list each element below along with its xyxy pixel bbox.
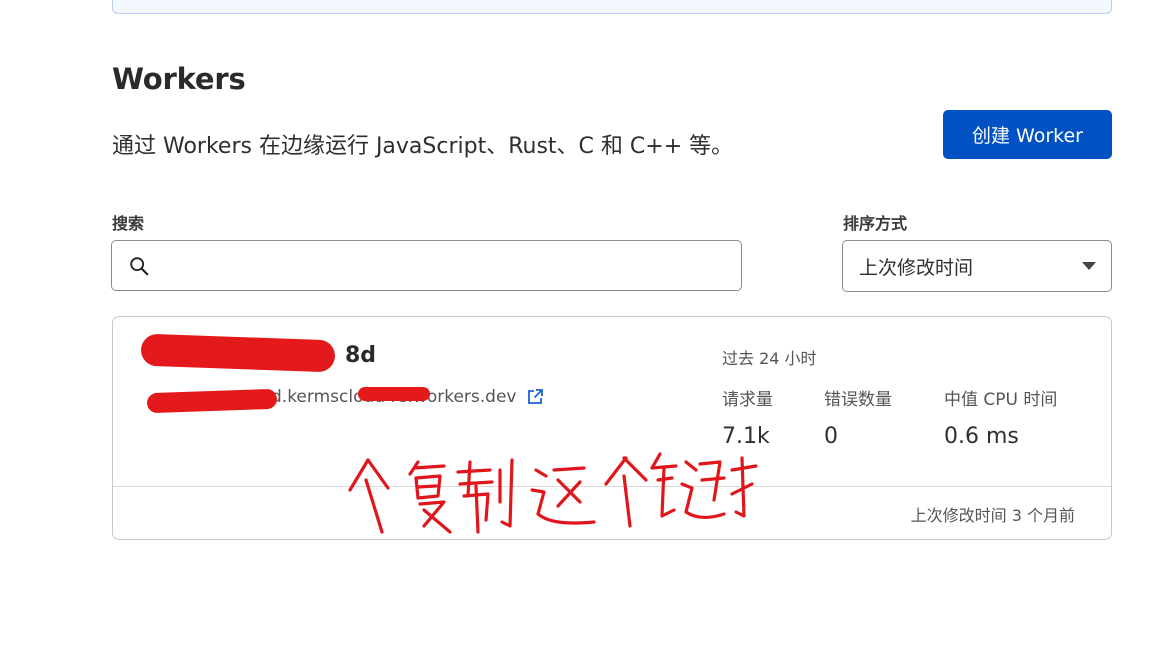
page-description: 通过 Workers 在边缘运行 JavaScript、Rust、C 和 C++… bbox=[112, 134, 734, 159]
redaction-mark bbox=[146, 388, 278, 414]
page-title: Workers bbox=[112, 62, 246, 96]
sort-select[interactable]: 上次修改时间 bbox=[842, 240, 1112, 292]
search-label: 搜索 bbox=[112, 214, 145, 233]
worker-name-visible: 8d bbox=[345, 343, 377, 368]
sort-selected-value: 上次修改时间 bbox=[859, 256, 974, 279]
stat-value: 0 bbox=[824, 424, 838, 449]
search-icon bbox=[127, 254, 151, 278]
info-banner bbox=[112, 0, 1112, 14]
stat-cpu-time: 中值 CPU 时间 0.6 ms bbox=[944, 385, 1057, 449]
chevron-down-icon bbox=[1082, 262, 1096, 270]
stat-requests: 请求量 7.1k bbox=[722, 385, 773, 449]
last-modified-text: 上次修改时间 3 个月前 bbox=[910, 506, 1075, 525]
stat-label: 错误数量 bbox=[824, 390, 892, 410]
external-link-icon[interactable] bbox=[526, 388, 544, 406]
stat-label: 中值 CPU 时间 bbox=[944, 390, 1058, 410]
stat-value: 0.6 ms bbox=[944, 424, 1019, 449]
sort-label: 排序方式 bbox=[843, 214, 908, 233]
search-input[interactable] bbox=[151, 241, 741, 290]
worker-card[interactable]: 8d d.kermscloud re.workers.dev 过去 24 小时 … bbox=[112, 316, 1112, 540]
card-divider bbox=[113, 486, 1111, 487]
stats-period: 过去 24 小时 bbox=[722, 349, 817, 368]
stat-label: 请求量 bbox=[722, 390, 773, 410]
redaction-mark bbox=[140, 333, 336, 373]
redaction-mark bbox=[358, 387, 430, 401]
stat-errors: 错误数量 0 bbox=[824, 385, 892, 449]
search-field[interactable] bbox=[111, 240, 742, 291]
stat-value: 7.1k bbox=[722, 424, 770, 449]
create-worker-button[interactable]: 创建 Worker bbox=[943, 110, 1112, 159]
